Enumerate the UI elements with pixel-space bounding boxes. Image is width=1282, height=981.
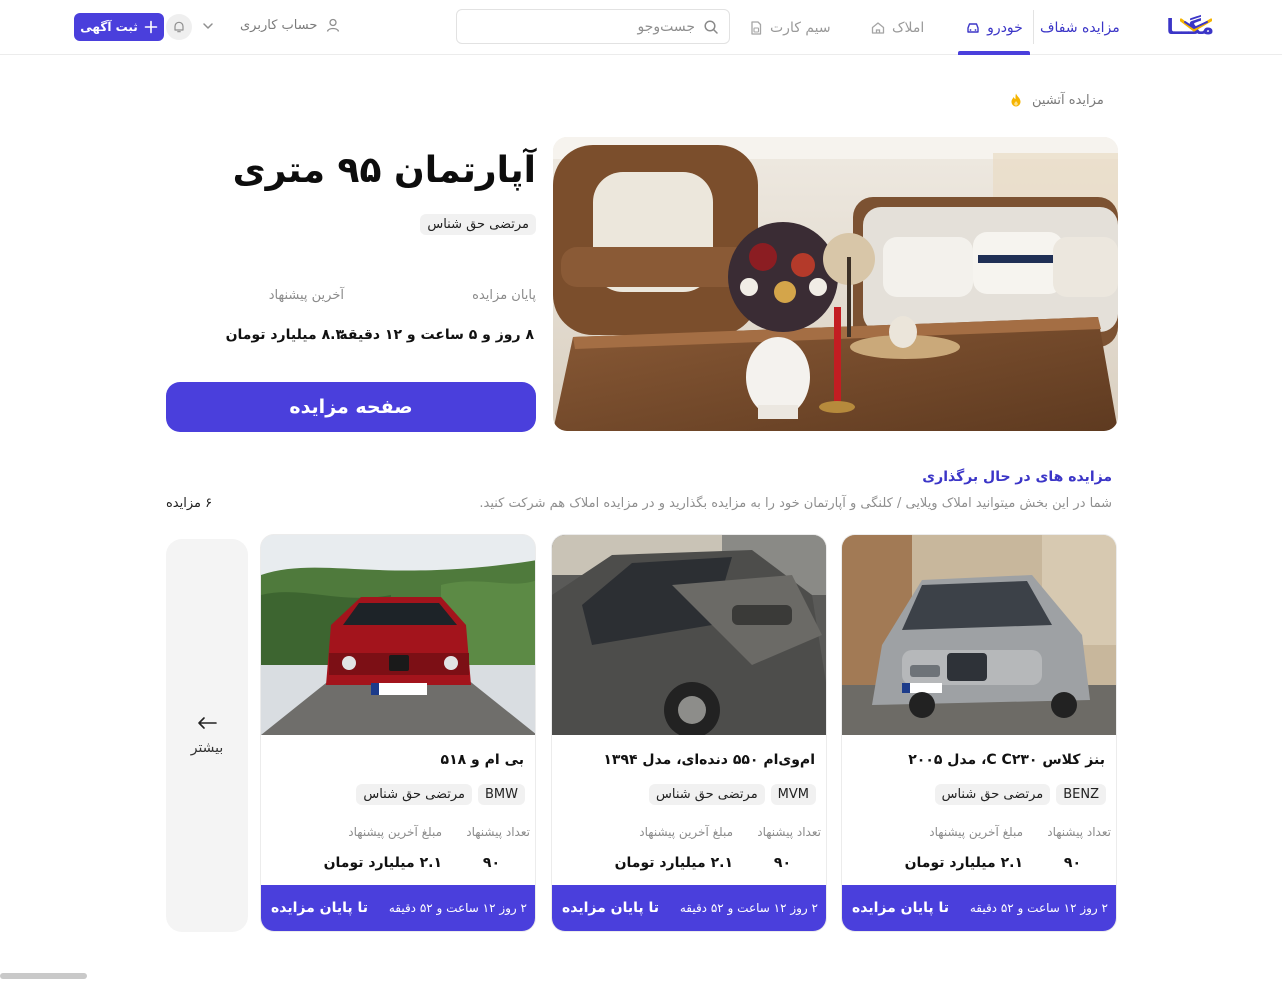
- card-offers-value: ۹۰: [482, 855, 500, 871]
- card-footer: ۲ روز ۱۲ ساعت و ۵۲ دقیقه تا پایان مزایده: [842, 885, 1116, 931]
- nav-property[interactable]: املاک: [870, 0, 924, 55]
- card-owner-tag: مرتضی حق شناس: [934, 784, 1051, 805]
- account-label: حساب کاربری: [240, 17, 318, 33]
- card-brand-tag: MVM: [770, 784, 816, 805]
- nav-transparent-auction[interactable]: مزایده شفاف: [1040, 0, 1120, 55]
- auction-card[interactable]: بی ام و ۵۱۸ BMW مرتضی حق شناس تعداد پیشن…: [260, 534, 536, 932]
- card-title: بنز کلاس C C۲۳۰، مدل ۲۰۰۵: [908, 752, 1105, 768]
- card-last-offer-value: ۲.۱ میلیارد تومان: [614, 855, 733, 871]
- car-photo: [552, 535, 826, 735]
- home-icon: [871, 21, 885, 34]
- more-label: بیشتر: [190, 739, 224, 756]
- hero-end-value: ۸ روز و ۵ ساعت و ۱۲ دقیقه: [339, 327, 534, 343]
- card-time-label: تا پایان مزایده: [562, 900, 660, 916]
- search-icon: [704, 19, 718, 34]
- horizontal-scrollbar[interactable]: [0, 973, 87, 979]
- nav-simcard-label: سیم کارت: [770, 19, 831, 36]
- living-room-photo: [553, 137, 1118, 431]
- card-time-label: تا پایان مزایده: [271, 900, 369, 916]
- card-last-offer-value: ۲.۱ میلیارد تومان: [904, 855, 1023, 871]
- hero-owner-tag: مرتضی حق شناس: [420, 213, 536, 235]
- card-last-offer-value: ۲.۱ میلیارد تومان: [323, 855, 442, 871]
- post-ad-label: ثبت آگهی: [80, 20, 138, 34]
- card-brand-tag: BENZ: [1056, 784, 1106, 805]
- card-offers-value: ۹۰: [1063, 855, 1081, 871]
- nav-transparent-label: مزایده شفاف: [1040, 19, 1120, 36]
- breadcrumb: مزایده آتشین: [1008, 92, 1104, 108]
- hero-title: آپارتمان ۹۵ متری: [232, 150, 536, 191]
- car-photo: [261, 535, 535, 735]
- more-button[interactable]: بیشتر: [166, 539, 248, 932]
- arrow-left-icon: [198, 716, 217, 729]
- card-time-left: ۲ روز ۱۲ ساعت و ۵۲ دقیقه: [388, 901, 527, 915]
- card-footer: ۲ روز ۱۲ ساعت و ۵۲ دقیقه تا پایان مزایده: [261, 885, 535, 931]
- search-input[interactable]: [495, 18, 695, 35]
- auction-page-button[interactable]: صفحه مزایده: [166, 382, 536, 432]
- nav-simcard[interactable]: سیم کارت: [748, 0, 831, 55]
- card-owner-tag: مرتضی حق شناس: [356, 784, 472, 805]
- hero-last-offer-label: آخرین پیشنهاد: [268, 288, 344, 303]
- simcard-icon: [751, 20, 762, 35]
- search-box[interactable]: [456, 9, 730, 44]
- account-menu[interactable]: حساب کاربری: [240, 12, 341, 38]
- nav-divider: [1033, 10, 1034, 44]
- section-description: شما در این بخش میتوانید املاک ویلایی / ک…: [479, 496, 1112, 511]
- logo[interactable]: مگــا: [1128, 14, 1215, 40]
- chevron-down-icon[interactable]: [200, 18, 216, 34]
- bell-icon: [174, 21, 184, 33]
- post-ad-button[interactable]: ثبت آگهی: [74, 13, 164, 41]
- card-tags: BMW مرتضی حق شناس: [356, 784, 525, 805]
- card-title: بی ام و ۵۱۸: [440, 752, 524, 768]
- card-time-left: ۲ روز ۱۲ ساعت و ۵۲ دقیقه: [969, 901, 1108, 915]
- fire-icon: [1011, 93, 1021, 107]
- card-offers-label: تعداد پیشنهاد: [1047, 825, 1111, 839]
- card-last-offer-label: مبلغ آخرین پیشنهاد: [929, 825, 1023, 839]
- card-footer: ۲ روز ۱۲ ساعت و ۵۲ دقیقه تا پایان مزایده: [552, 885, 826, 931]
- top-header: مگــا مزایده شفاف خودرو املاک سیم کارت ج…: [0, 0, 1282, 55]
- nav-property-label: املاک: [892, 19, 925, 36]
- logo-mark-icon: [1180, 18, 1212, 32]
- card-offers-label: تعداد پیشنهاد: [757, 825, 821, 839]
- nav-car[interactable]: خودرو: [958, 0, 1030, 55]
- hero-owner-label: مرتضی حق شناس: [420, 214, 536, 235]
- car-icon: [967, 22, 979, 33]
- user-icon: [327, 18, 340, 32]
- card-tags: MVM مرتضی حق شناس: [649, 784, 816, 805]
- card-time-label: تا پایان مزایده: [852, 900, 950, 916]
- auction-count: ۶ مزایده: [166, 496, 213, 511]
- section-title: مزایده های در حال برگذاری: [922, 469, 1112, 485]
- auction-page-label: صفحه مزایده: [289, 396, 413, 418]
- plus-icon: [144, 20, 158, 34]
- card-offers-label: تعداد پیشنهاد: [466, 825, 530, 839]
- auction-card[interactable]: ام‌وی‌ام ۵۵۰ دنده‌ای، مدل ۱۳۹۴ MVM مرتضی…: [551, 534, 827, 932]
- card-brand-tag: BMW: [478, 784, 525, 805]
- auction-card[interactable]: بنز کلاس C C۲۳۰، مدل ۲۰۰۵ BENZ مرتضی حق …: [841, 534, 1117, 932]
- hero-image[interactable]: [553, 137, 1118, 431]
- card-last-offer-label: مبلغ آخرین پیشنهاد: [348, 825, 442, 839]
- card-offers-value: ۹۰: [773, 855, 791, 871]
- hero-last-offer-value: ۸.۳ میلیارد تومان: [225, 327, 344, 343]
- nav-car-label: خودرو: [987, 19, 1023, 36]
- card-owner-tag: مرتضی حق شناس: [649, 784, 765, 805]
- car-photo: [842, 535, 1116, 735]
- hero-end-label: پایان مزایده: [472, 288, 536, 303]
- notification-button[interactable]: [166, 14, 192, 40]
- card-time-left: ۲ روز ۱۲ ساعت و ۵۲ دقیقه: [679, 901, 818, 915]
- card-title: ام‌وی‌ام ۵۵۰ دنده‌ای، مدل ۱۳۹۴: [603, 752, 815, 768]
- breadcrumb-label: مزایده آتشین: [1032, 92, 1104, 108]
- card-tags: BENZ مرتضی حق شناس: [934, 784, 1106, 805]
- card-last-offer-label: مبلغ آخرین پیشنهاد: [639, 825, 733, 839]
